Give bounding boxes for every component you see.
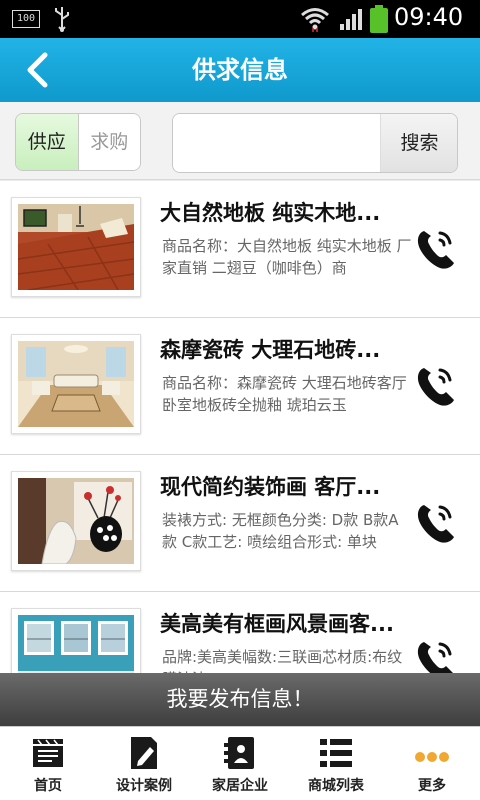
product-thumbnail [11, 334, 141, 434]
list-item[interactable]: 大自然地板 纯实木地... 商品名称：大自然地板 纯实木地板 厂家直销 二翅豆（… [0, 181, 480, 318]
item-title: 美高美有框画风景画客... [160, 612, 394, 636]
publish-info-button[interactable]: 我要发布信息！ [0, 673, 480, 726]
search-input[interactable] [173, 114, 379, 172]
nav-design-cases[interactable]: 设计案例 [96, 727, 192, 800]
status-time: 09:40 [394, 3, 464, 31]
nav-label: 首页 [34, 778, 62, 794]
list-item[interactable]: 森摩瓷砖 大理石地砖... 商品名称：森摩瓷砖 大理石地砖客厅卧室地板砖全抛釉 … [0, 318, 480, 455]
item-description: 商品名称：大自然地板 纯实木地板 厂家直销 二翅豆（咖啡色）商 [162, 237, 412, 277]
item-description: 商品名称：森摩瓷砖 大理石地砖客厅卧室地板砖全抛釉 琥珀云玉 [162, 374, 407, 414]
page-title: 供求信息 [192, 56, 288, 84]
living-room-image [18, 341, 134, 427]
phone-icon[interactable] [412, 225, 460, 273]
usb-icon [55, 7, 69, 32]
search-button[interactable]: 搜索 [380, 114, 457, 172]
wood-floor-image [17, 204, 135, 291]
item-title: 大自然地板 纯实木地... [160, 201, 381, 225]
bottom-nav: 首页 设计案例 家居企业 商城列表 更多 [0, 726, 480, 800]
nav-label: 更多 [418, 778, 446, 794]
item-title: 森摩瓷砖 大理石地砖... [160, 338, 381, 362]
design-icon [131, 737, 157, 769]
item-title: 现代简约装饰画 客厅... [160, 475, 381, 499]
tab-supply[interactable]: 供应 [16, 114, 79, 170]
more-icon [415, 752, 449, 762]
product-thumbnail [11, 471, 141, 571]
tab-demand[interactable]: 求购 [78, 114, 140, 170]
list-item[interactable]: 现代简约装饰画 客厅... 装裱方式: 无框颜色分类: D款 B款A款 C款工艺… [0, 455, 480, 592]
nav-label: 商城列表 [308, 778, 364, 794]
battery-icon [370, 5, 388, 33]
nav-home[interactable]: 首页 [0, 727, 96, 800]
decorative-painting-image [18, 478, 134, 565]
item-description: 装裱方式: 无框颜色分类: D款 B款A款 C款工艺: 喷绘组合形式: 单块 [162, 511, 399, 551]
wifi-icon [301, 8, 329, 32]
nav-label: 家居企业 [212, 778, 268, 794]
filter-bar: 供应 求购 搜索 [0, 102, 480, 180]
nav-label: 设计案例 [116, 778, 172, 794]
supply-demand-toggle: 供应 求购 [15, 113, 141, 171]
company-icon [224, 737, 254, 769]
phone-icon[interactable] [412, 362, 460, 410]
product-thumbnail [11, 197, 141, 297]
battery-percent-badge: 100 [12, 10, 40, 28]
list-icon [320, 739, 352, 767]
supply-list: 大自然地板 纯实木地... 商品名称：大自然地板 纯实木地板 厂家直销 二翅豆（… [0, 181, 480, 729]
back-arrow-icon[interactable] [18, 50, 58, 90]
signal-icon [340, 9, 362, 30]
phone-icon[interactable] [412, 499, 460, 547]
nav-more[interactable]: 更多 [384, 727, 480, 800]
home-icon [33, 739, 63, 767]
nav-mall-list[interactable]: 商城列表 [288, 727, 384, 800]
title-bar: 供求信息 [0, 38, 480, 102]
status-bar: 100 09:40 [0, 0, 480, 38]
search-box: 搜索 [172, 113, 458, 173]
nav-home-companies[interactable]: 家居企业 [192, 727, 288, 800]
